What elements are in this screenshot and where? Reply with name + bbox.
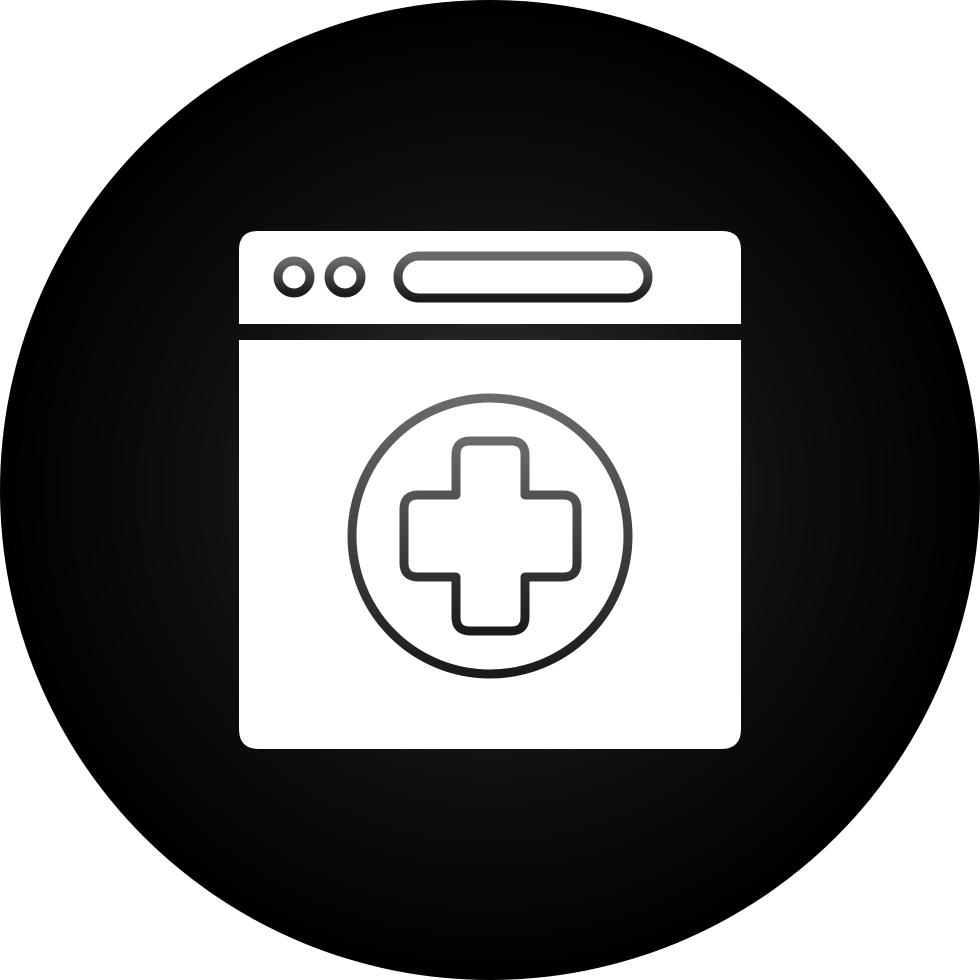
icon-stage (0, 0, 980, 980)
medical-website-icon (0, 0, 980, 980)
